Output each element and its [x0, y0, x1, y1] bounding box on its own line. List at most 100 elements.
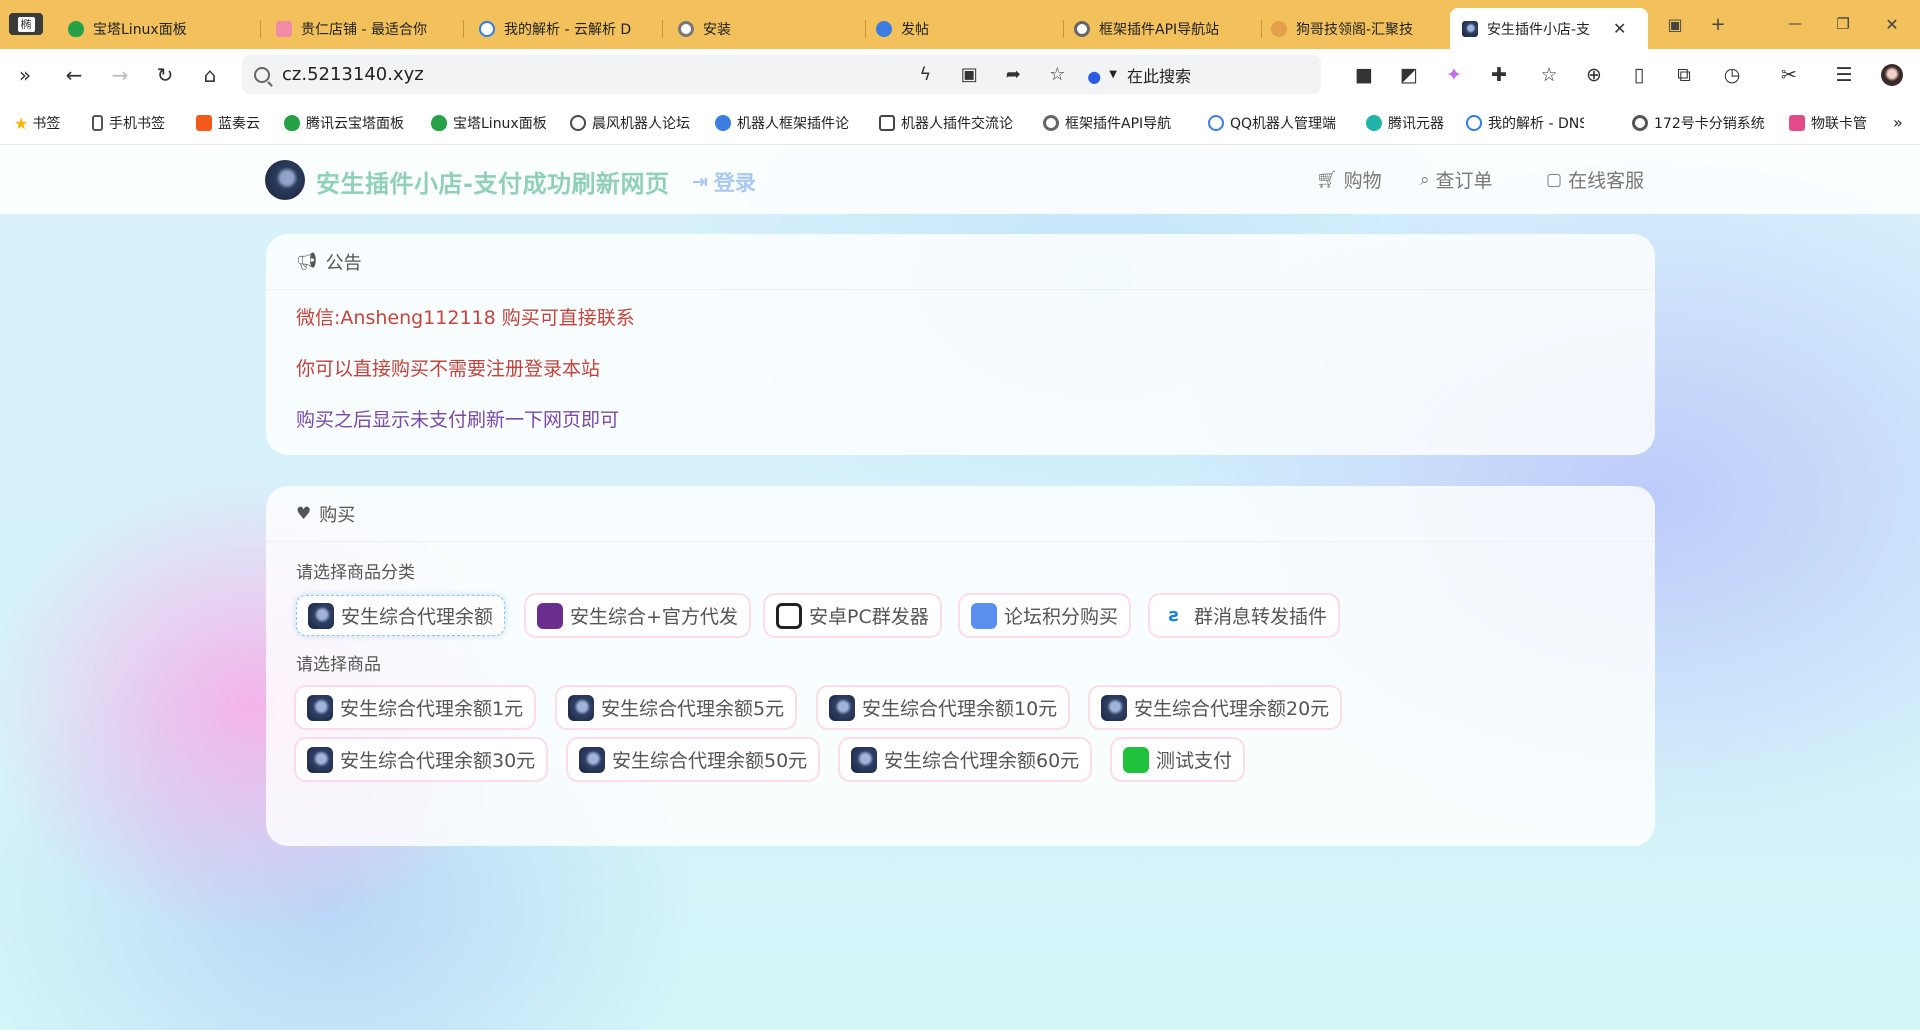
collections-icon[interactable]: ⧉ — [1670, 62, 1698, 88]
extensions-puzzle-icon[interactable]: ✚ — [1485, 62, 1513, 88]
login-link[interactable]: ⇥ 登录 — [692, 167, 756, 197]
bookmarks-overflow-button[interactable]: » — [1893, 113, 1903, 132]
robot-icon — [1208, 115, 1224, 131]
bookmark-item[interactable]: 腾讯云宝塔面板 — [284, 113, 404, 133]
screenshot-icon[interactable]: ✂ — [1775, 62, 1803, 88]
chart-extension-icon[interactable]: ◩ — [1395, 62, 1423, 88]
bookmark-item[interactable]: 宝塔Linux面板 — [431, 113, 547, 133]
chip-label: 安生综合代理余额20元 — [1134, 698, 1330, 720]
bookmark-label: 手机书签 — [109, 116, 165, 132]
product-chip[interactable]: 安生综合代理余额5元 — [557, 687, 796, 728]
tab-post[interactable]: 发帖 — [864, 8, 1064, 49]
extension-icon[interactable]: ■ — [1350, 62, 1378, 88]
close-window-button[interactable]: ✕ — [1880, 12, 1904, 36]
back-icon[interactable]: ← — [61, 62, 87, 88]
reader-mode-icon[interactable]: ▣ — [947, 64, 991, 85]
url-text[interactable]: cz.5213140.xyz — [282, 64, 424, 85]
chip-label: 安生综合+官方代发 — [570, 606, 738, 628]
tab-label: 安装 — [703, 21, 731, 38]
new-tab-button[interactable]: + — [1706, 12, 1730, 36]
cloud-icon — [1466, 115, 1482, 131]
iot-icon — [1789, 115, 1805, 131]
baidu-paw-icon: ● — [1087, 66, 1102, 86]
category-chip-official-send[interactable]: 安生综合+官方代发 — [526, 595, 749, 636]
product-chip[interactable]: 安生综合代理余额1元 — [296, 687, 535, 728]
category-chip-agent-balance[interactable]: 安生综合代理余额 — [296, 595, 506, 636]
category-chip-pc-mass-sender[interactable]: 安卓PC群发器 — [765, 595, 940, 636]
tab-baota[interactable]: 宝塔Linux面板 — [56, 8, 261, 49]
product-chip-test-payment[interactable]: 测试支付 — [1112, 739, 1244, 780]
tab-install[interactable]: 安装 — [666, 8, 866, 49]
tab-list-button[interactable]: 椭 — [9, 13, 43, 35]
product-chip[interactable]: 安生综合代理余额60元 — [840, 739, 1091, 780]
tab-dns[interactable]: 我的解析 - 云解析 D — [467, 8, 663, 49]
home-icon[interactable]: ⌂ — [197, 62, 223, 88]
phone-icon — [92, 115, 103, 131]
tab-ansheng-shop[interactable]: 安生插件小店-支 ✕ — [1450, 8, 1648, 49]
sidebar-toggle-icon[interactable]: » — [12, 62, 38, 88]
product-chip[interactable]: 安生综合代理余额20元 — [1090, 687, 1341, 728]
avatar-icon — [307, 694, 333, 721]
chip-label: 安生综合代理余额60元 — [884, 750, 1080, 772]
bookmark-item[interactable]: 机器人框架插件论 — [715, 113, 860, 133]
nav-customer-service[interactable]: ▢ 在线客服 — [1546, 166, 1644, 193]
nav-order-lookup[interactable]: ⌕ 查订单 — [1420, 166, 1493, 193]
login-label: 登录 — [713, 171, 756, 195]
restore-button[interactable]: ❐ — [1831, 12, 1855, 36]
site-logo-avatar[interactable] — [265, 160, 305, 200]
menu-icon[interactable]: ☰ — [1830, 62, 1858, 88]
avatar-icon — [568, 694, 594, 721]
ai-sparkle-icon[interactable]: ✦ — [1440, 62, 1468, 88]
search-engine-selector[interactable]: ● ▼ 在此搜索 — [1087, 63, 1191, 87]
bookmark-item[interactable]: 腾讯元器 — [1366, 113, 1444, 133]
bookmark-item[interactable]: 机器人插件交流论 — [879, 113, 1024, 133]
product-chip[interactable]: 安生综合代理余额30元 — [296, 739, 547, 780]
favorites-icon[interactable]: ☆ — [1535, 62, 1563, 88]
tv-icon — [879, 115, 895, 131]
forward-icon[interactable]: → — [107, 62, 133, 88]
purchase-header: ♥ 购买 — [266, 486, 1655, 542]
share-icon[interactable]: ➦ — [991, 64, 1035, 85]
bookmark-label: 框架插件API导航 — [1065, 116, 1172, 132]
close-tab-icon[interactable]: ✕ — [1613, 19, 1626, 38]
bookmark-item[interactable]: QQ机器人管理端 — [1208, 113, 1336, 133]
search-icon: ⌕ — [1420, 169, 1430, 190]
minimize-button[interactable]: — — [1783, 12, 1807, 36]
bookmark-item[interactable]: 物联卡管 — [1789, 113, 1873, 133]
profile-avatar-icon[interactable] — [1878, 62, 1906, 88]
star-icon[interactable]: ☆ — [1035, 64, 1079, 85]
chip-label: 安生综合代理余额30元 — [340, 750, 536, 772]
purchase-panel: ♥ 购买 请选择商品分类 安生综合代理余额 安生综合+官方代发 安卓PC群发器 … — [266, 486, 1655, 846]
history-icon[interactable]: ◷ — [1718, 62, 1746, 88]
bookmark-item[interactable]: 手机书签 — [92, 113, 165, 133]
chip-label: 安生综合代理余额50元 — [612, 750, 808, 772]
tab-gouge[interactable]: 狗哥技领阁-汇聚技 — [1259, 8, 1449, 49]
phone-icon[interactable]: ▯ — [1625, 62, 1653, 88]
download-icon[interactable]: ⊕ — [1580, 62, 1608, 88]
chip-label: 测试支付 — [1156, 750, 1233, 772]
chevron-down-icon: ▼ — [1109, 69, 1117, 80]
address-bar[interactable]: cz.5213140.xyz ϟ ▣ ➦ ☆ ● ▼ 在此搜索 — [242, 55, 1321, 94]
tab-guiren-shop[interactable]: 贵仁店铺 - 最适合你 — [264, 8, 464, 49]
reload-icon[interactable]: ↻ — [152, 62, 178, 88]
bookmark-item[interactable]: 172号卡分销系统 — [1632, 113, 1765, 133]
category-chip-message-forward[interactable]: ƨ 群消息转发插件 — [1150, 595, 1339, 636]
lightning-icon[interactable]: ϟ — [903, 64, 947, 85]
category-chip-forum-points[interactable]: 论坛积分购买 — [960, 595, 1130, 636]
apps-icon[interactable]: ▣ — [1663, 12, 1687, 36]
tab-api-nav[interactable]: 框架插件API导航站 — [1062, 8, 1262, 49]
avatar-icon — [579, 746, 605, 773]
product-chip[interactable]: 安生综合代理余额10元 — [818, 687, 1069, 728]
bookmark-item[interactable]: ★ 书签 — [14, 113, 60, 133]
avatar-icon — [308, 602, 334, 629]
bookmark-item[interactable]: 我的解析 - DNS — [1466, 113, 1584, 133]
globe-favicon-icon — [678, 20, 694, 37]
product-chip[interactable]: 安生综合代理余额50元 — [568, 739, 819, 780]
globe-icon — [1632, 115, 1648, 131]
bookmark-item[interactable]: 框架插件API导航 — [1043, 113, 1191, 133]
nav-shopping[interactable]: 🛒︎ 购物 — [1316, 166, 1382, 193]
bookmark-label: 宝塔Linux面板 — [453, 116, 547, 132]
bookmark-item[interactable]: 晨风机器人论坛 — [570, 113, 690, 133]
bookmark-item[interactable]: 蓝奏云 — [196, 113, 260, 133]
site-title[interactable]: 安生插件小店-支付成功刷新网页 — [316, 164, 669, 199]
